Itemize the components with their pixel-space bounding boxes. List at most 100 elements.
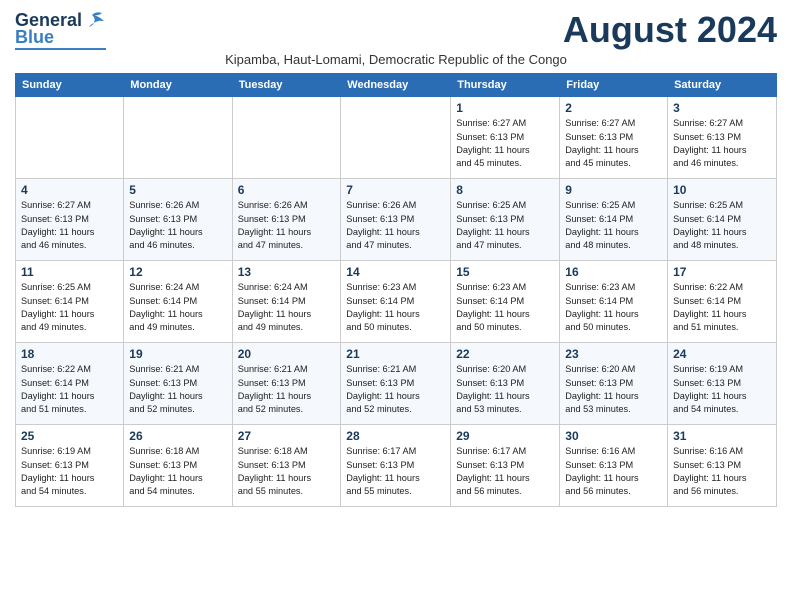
day-info: Sunrise: 6:22 AMSunset: 6:14 PMDaylight:…	[673, 281, 771, 334]
calendar-cell: 11 Sunrise: 6:25 AMSunset: 6:14 PMDayligh…	[16, 261, 124, 343]
calendar-cell: 10 Sunrise: 6:25 AMSunset: 6:14 PMDayligh…	[668, 179, 777, 261]
calendar-cell: 30Sunrise: 6:16 AMSunset: 6:13 PMDayligh…	[560, 425, 668, 507]
calendar-cell	[232, 97, 341, 179]
day-info: Sunrise: 6:19 AMSunset: 6:13 PMDaylight:…	[21, 445, 118, 498]
month-title: August 2024	[563, 10, 777, 50]
subtitle: Kipamba, Haut-Lomami, Democratic Republi…	[15, 52, 777, 67]
day-header-friday: Friday	[560, 74, 668, 97]
day-number: 27	[238, 429, 336, 443]
day-info: Sunrise: 6:20 AMSunset: 6:13 PMDaylight:…	[456, 363, 554, 416]
day-info: Sunrise: 6:21 AMSunset: 6:13 PMDaylight:…	[129, 363, 226, 416]
day-number: 2	[565, 101, 662, 115]
calendar-cell: 18 Sunrise: 6:22 AMSunset: 6:14 PMDayligh…	[16, 343, 124, 425]
day-info: Sunrise: 6:27 AMSunset: 6:13 PMDaylight:…	[21, 199, 118, 252]
calendar-cell: 23 Sunrise: 6:20 AMSunset: 6:13 PMDayligh…	[560, 343, 668, 425]
logo-bird-icon	[84, 11, 106, 29]
calendar-cell: 3Sunrise: 6:27 AMSunset: 6:13 PMDaylight…	[668, 97, 777, 179]
day-number: 11	[21, 265, 118, 279]
day-number: 22	[456, 347, 554, 361]
day-number: 29	[456, 429, 554, 443]
logo-underline	[15, 48, 106, 50]
day-number: 19	[129, 347, 226, 361]
day-number: 17	[673, 265, 771, 279]
day-info: Sunrise: 6:26 AMSunset: 6:13 PMDaylight:…	[238, 199, 336, 252]
day-header-thursday: Thursday	[451, 74, 560, 97]
logo: General Blue	[15, 10, 106, 50]
day-number: 8	[456, 183, 554, 197]
calendar-cell	[124, 97, 232, 179]
day-info: Sunrise: 6:20 AMSunset: 6:13 PMDaylight:…	[565, 363, 662, 416]
day-info: Sunrise: 6:21 AMSunset: 6:13 PMDaylight:…	[346, 363, 445, 416]
day-info: Sunrise: 6:27 AMSunset: 6:13 PMDaylight:…	[456, 117, 554, 170]
calendar-cell: 6 Sunrise: 6:26 AMSunset: 6:13 PMDaylight…	[232, 179, 341, 261]
day-info: Sunrise: 6:19 AMSunset: 6:13 PMDaylight:…	[673, 363, 771, 416]
calendar-cell: 24Sunrise: 6:19 AMSunset: 6:13 PMDayligh…	[668, 343, 777, 425]
day-number: 1	[456, 101, 554, 115]
day-number: 5	[129, 183, 226, 197]
day-header-tuesday: Tuesday	[232, 74, 341, 97]
calendar-cell: 19 Sunrise: 6:21 AMSunset: 6:13 PMDayligh…	[124, 343, 232, 425]
day-info: Sunrise: 6:25 AMSunset: 6:14 PMDaylight:…	[565, 199, 662, 252]
day-number: 16	[565, 265, 662, 279]
calendar-cell: 25 Sunrise: 6:19 AMSunset: 6:13 PMDayligh…	[16, 425, 124, 507]
day-number: 6	[238, 183, 336, 197]
day-info: Sunrise: 6:26 AMSunset: 6:13 PMDaylight:…	[129, 199, 226, 252]
calendar-table: SundayMondayTuesdayWednesdayThursdayFrid…	[15, 73, 777, 507]
day-info: Sunrise: 6:25 AMSunset: 6:14 PMDaylight:…	[21, 281, 118, 334]
calendar-week-row: 18 Sunrise: 6:22 AMSunset: 6:14 PMDayligh…	[16, 343, 777, 425]
day-number: 15	[456, 265, 554, 279]
day-number: 30	[565, 429, 662, 443]
day-info: Sunrise: 6:17 AMSunset: 6:13 PMDaylight:…	[346, 445, 445, 498]
calendar-cell: 13 Sunrise: 6:24 AMSunset: 6:14 PMDayligh…	[232, 261, 341, 343]
calendar-cell: 7Sunrise: 6:26 AMSunset: 6:13 PMDaylight…	[341, 179, 451, 261]
day-info: Sunrise: 6:23 AMSunset: 6:14 PMDaylight:…	[456, 281, 554, 334]
calendar-header-row: SundayMondayTuesdayWednesdayThursdayFrid…	[16, 74, 777, 97]
day-info: Sunrise: 6:18 AMSunset: 6:13 PMDaylight:…	[238, 445, 336, 498]
day-info: Sunrise: 6:18 AMSunset: 6:13 PMDaylight:…	[129, 445, 226, 498]
calendar-week-row: 4 Sunrise: 6:27 AMSunset: 6:13 PMDaylight…	[16, 179, 777, 261]
calendar-week-row: 25 Sunrise: 6:19 AMSunset: 6:13 PMDayligh…	[16, 425, 777, 507]
day-number: 7	[346, 183, 445, 197]
day-number: 10	[673, 183, 771, 197]
calendar-cell: 1 Sunrise: 6:27 AMSunset: 6:13 PMDaylight…	[451, 97, 560, 179]
calendar-cell: 5 Sunrise: 6:26 AMSunset: 6:13 PMDaylight…	[124, 179, 232, 261]
calendar-cell: 20Sunrise: 6:21 AMSunset: 6:13 PMDayligh…	[232, 343, 341, 425]
day-info: Sunrise: 6:24 AMSunset: 6:14 PMDaylight:…	[238, 281, 336, 334]
day-number: 13	[238, 265, 336, 279]
calendar-cell: 31 Sunrise: 6:16 AMSunset: 6:13 PMDayligh…	[668, 425, 777, 507]
calendar-cell: 15 Sunrise: 6:23 AMSunset: 6:14 PMDayligh…	[451, 261, 560, 343]
day-number: 31	[673, 429, 771, 443]
day-number: 18	[21, 347, 118, 361]
day-info: Sunrise: 6:17 AMSunset: 6:13 PMDaylight:…	[456, 445, 554, 498]
calendar-cell: 28 Sunrise: 6:17 AMSunset: 6:13 PMDayligh…	[341, 425, 451, 507]
calendar-cell: 12Sunrise: 6:24 AMSunset: 6:14 PMDayligh…	[124, 261, 232, 343]
day-number: 12	[129, 265, 226, 279]
day-number: 9	[565, 183, 662, 197]
day-number: 14	[346, 265, 445, 279]
day-info: Sunrise: 6:16 AMSunset: 6:13 PMDaylight:…	[673, 445, 771, 498]
day-header-saturday: Saturday	[668, 74, 777, 97]
day-number: 25	[21, 429, 118, 443]
day-number: 28	[346, 429, 445, 443]
day-info: Sunrise: 6:25 AMSunset: 6:13 PMDaylight:…	[456, 199, 554, 252]
logo-text: General Blue	[15, 10, 106, 50]
calendar-cell: 14 Sunrise: 6:23 AMSunset: 6:14 PMDayligh…	[341, 261, 451, 343]
day-info: Sunrise: 6:25 AMSunset: 6:14 PMDaylight:…	[673, 199, 771, 252]
day-number: 4	[21, 183, 118, 197]
day-header-sunday: Sunday	[16, 74, 124, 97]
calendar-cell	[16, 97, 124, 179]
day-number: 23	[565, 347, 662, 361]
day-info: Sunrise: 6:23 AMSunset: 6:14 PMDaylight:…	[346, 281, 445, 334]
page: General Blue August 2024 Kipamba, Haut-L…	[0, 0, 792, 612]
calendar-cell: 26 Sunrise: 6:18 AMSunset: 6:13 PMDayligh…	[124, 425, 232, 507]
calendar-cell	[341, 97, 451, 179]
calendar-cell: 17 Sunrise: 6:22 AMSunset: 6:14 PMDayligh…	[668, 261, 777, 343]
header: General Blue August 2024	[15, 10, 777, 50]
calendar-cell: 16Sunrise: 6:23 AMSunset: 6:14 PMDayligh…	[560, 261, 668, 343]
day-info: Sunrise: 6:21 AMSunset: 6:13 PMDaylight:…	[238, 363, 336, 416]
day-info: Sunrise: 6:22 AMSunset: 6:14 PMDaylight:…	[21, 363, 118, 416]
calendar-cell: 22 Sunrise: 6:20 AMSunset: 6:13 PMDayligh…	[451, 343, 560, 425]
day-number: 26	[129, 429, 226, 443]
calendar-cell: 8 Sunrise: 6:25 AMSunset: 6:13 PMDaylight…	[451, 179, 560, 261]
calendar-cell: 9 Sunrise: 6:25 AMSunset: 6:14 PMDaylight…	[560, 179, 668, 261]
